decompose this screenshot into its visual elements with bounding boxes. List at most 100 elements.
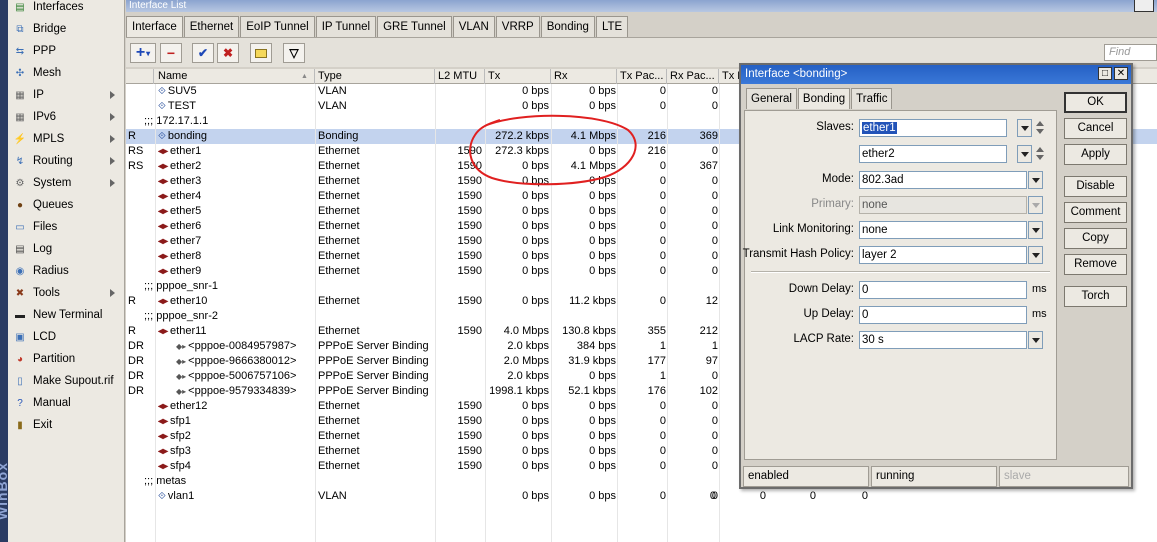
menu-item-partition[interactable]: ◕ Partition (8, 348, 125, 370)
l2-mtu (438, 354, 482, 369)
remove-button[interactable]: − (160, 43, 182, 63)
slave-1-dropdown[interactable] (1017, 119, 1032, 137)
menu-item-make-supout-rif[interactable]: ▯ Make Supout.rif (8, 370, 125, 392)
menu-item-new-terminal[interactable]: ▬ New Terminal (8, 304, 125, 326)
slave-1-select[interactable]: ether1 (859, 119, 1007, 137)
menu-item-mpls[interactable]: ⚡ MPLS (8, 128, 125, 150)
slave-2-updown[interactable] (1035, 145, 1045, 163)
column-header[interactable]: Name (155, 69, 315, 84)
cancel-button[interactable]: Cancel (1064, 118, 1127, 139)
dialog-close-button[interactable]: ✕ (1114, 67, 1128, 80)
ethernet-icon: ◂▸ (158, 401, 169, 412)
mode-select[interactable]: 802.3ad (859, 171, 1027, 189)
link-monitoring-select[interactable]: none (859, 221, 1027, 239)
rx-rate: 0 bps (589, 100, 616, 112)
lacp-rate-dropdown[interactable] (1028, 331, 1043, 349)
window-maximize-button[interactable] (1134, 0, 1154, 12)
tab-eoip-tunnel[interactable]: EoIP Tunnel (240, 16, 315, 37)
rx-rate: 31.9 kbps (568, 355, 616, 367)
tx-packets: 1 (659, 370, 666, 382)
slave-2-select[interactable]: ether2 (859, 145, 1007, 163)
menu-item-bridge[interactable]: ⧉ Bridge (8, 18, 125, 40)
row-flags (128, 459, 156, 474)
table-row[interactable]: ⟐ vlan1 VLAN 0 bps 0 bps 0 0 0 0 0 0 (126, 489, 1157, 504)
dialog-tab-traffic[interactable]: Traffic (851, 88, 893, 109)
lacp-rate-select[interactable]: 30 s (859, 331, 1027, 349)
menu-item-ip[interactable]: ▦ IP (8, 84, 125, 106)
hash-policy-dropdown[interactable] (1028, 246, 1043, 264)
copy-button[interactable]: Copy (1064, 228, 1127, 249)
interface-name-text: sfp3 (170, 445, 191, 457)
rx-rate: 0 bps (589, 370, 616, 382)
menu-item-label: Manual (33, 397, 71, 409)
menu-item-system[interactable]: ⚙ System (8, 172, 125, 194)
menu-item-routing[interactable]: ↯ Routing (8, 150, 125, 172)
radius-icon: ◉ (15, 265, 25, 277)
remove-button[interactable]: Remove (1064, 254, 1127, 275)
find-input[interactable]: Find (1104, 44, 1157, 61)
disable-button[interactable]: ✖ (217, 43, 239, 63)
tab-vlan[interactable]: VLAN (452, 16, 495, 37)
comment-icon (255, 48, 267, 58)
column-header[interactable]: L2 MTU (435, 69, 485, 84)
menu-item-manual[interactable]: ? Manual (8, 392, 125, 414)
menu-item-mesh[interactable]: ✣ Mesh (8, 62, 125, 84)
menu-item-ipv6[interactable]: ▦ IPv6 (8, 106, 125, 128)
interface-type: VLAN (318, 85, 347, 97)
apply-button[interactable]: Apply (1064, 144, 1127, 165)
mode-dropdown[interactable] (1028, 171, 1043, 189)
tab-ip-tunnel[interactable]: IP Tunnel (315, 16, 377, 37)
column-header[interactable]: Rx (551, 69, 617, 84)
menu-item-interfaces[interactable]: ▤ Interfaces (8, 0, 125, 18)
enable-button[interactable]: ✔ (192, 43, 214, 63)
tab-gre-tunnel[interactable]: GRE Tunnel (377, 16, 452, 37)
column-header[interactable]: Tx (485, 69, 551, 84)
menu-item-ppp[interactable]: ⇆ PPP (8, 40, 125, 62)
slave-1-updown[interactable] (1035, 119, 1045, 137)
comment-button[interactable]: Comment (1064, 202, 1127, 223)
menu-item-radius[interactable]: ◉ Radius (8, 260, 125, 282)
window-title-bar: Interface List (126, 0, 1157, 12)
submenu-arrow-icon (110, 135, 115, 143)
filter-button[interactable]: ▽ (283, 43, 305, 63)
menu-item-exit[interactable]: ▮ Exit (8, 414, 125, 436)
ok-button[interactable]: OK (1064, 92, 1127, 113)
tab-bonding[interactable]: Bonding (540, 16, 595, 37)
menu-item-log[interactable]: ▤ Log (8, 238, 125, 260)
disable-button[interactable]: Disable (1064, 176, 1127, 197)
link-monitoring-dropdown[interactable] (1028, 221, 1043, 239)
menu-item-label: Mesh (33, 67, 62, 79)
column-header[interactable]: Rx Pac... (667, 69, 719, 84)
torch-button[interactable]: Torch (1064, 286, 1127, 307)
comment-button[interactable] (250, 43, 272, 63)
interface-type: Ethernet (318, 400, 360, 412)
menu-item-queues[interactable]: ● Queues (8, 194, 125, 216)
column-header[interactable]: Tx Pac... (617, 69, 667, 84)
interface-type: Ethernet (318, 160, 360, 172)
slave-2-dropdown[interactable] (1017, 145, 1032, 163)
rx-packets: 0 (711, 265, 718, 277)
row-flags: DR (128, 370, 144, 382)
menu-item-files[interactable]: ▭ Files (8, 216, 125, 238)
dialog-tab-bonding[interactable]: Bonding (797, 88, 851, 109)
menu-item-tools[interactable]: ✖ Tools (8, 282, 125, 304)
tab-vrrp[interactable]: VRRP (495, 16, 540, 37)
up-delay-input[interactable]: 0 (859, 306, 1027, 324)
rx-rate: 0 bps (589, 445, 616, 457)
tab-lte[interactable]: LTE (595, 16, 629, 37)
tab-ethernet[interactable]: Ethernet (183, 16, 240, 37)
tx-packets: 0 (659, 400, 666, 412)
column-header[interactable]: Type (315, 69, 435, 84)
add-button[interactable]: + ▾ (130, 43, 156, 63)
hash-policy-select[interactable]: layer 2 (859, 246, 1027, 264)
dialog-maximize-button[interactable]: □ (1098, 67, 1112, 80)
interface-type: Ethernet (318, 175, 360, 187)
ipv6-icon: ▦ (15, 111, 25, 123)
rx-packets: 0 (711, 415, 718, 427)
tab-interface[interactable]: Interface (126, 16, 183, 38)
tx-packets: 0 (659, 205, 666, 217)
menu-item-lcd[interactable]: ▣ LCD (8, 326, 125, 348)
tx-rate: 0 bps (522, 490, 549, 502)
down-delay-input[interactable]: 0 (859, 281, 1027, 299)
dialog-tab-general[interactable]: General (746, 88, 797, 109)
